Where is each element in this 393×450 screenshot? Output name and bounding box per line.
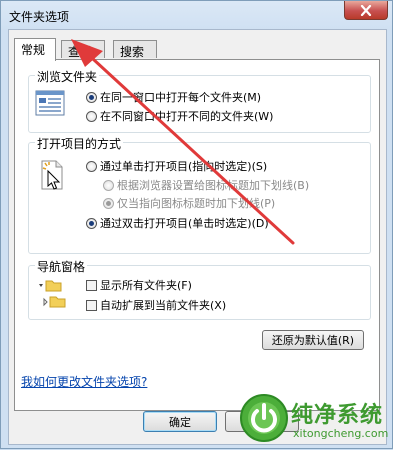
power-logo-icon: [240, 394, 288, 442]
folder-options-window: 文件夹选项 常规 查看 搜索 浏览文件夹: [0, 0, 393, 449]
watermark-url: xitongcheng.com: [293, 427, 389, 440]
watermark: 纯净系统 xitongcheng.com: [239, 393, 389, 447]
annotation-arrow: [71, 39, 295, 245]
watermark-brand: 纯净系统: [291, 403, 384, 428]
tab-general[interactable]: 常规: [14, 38, 56, 61]
